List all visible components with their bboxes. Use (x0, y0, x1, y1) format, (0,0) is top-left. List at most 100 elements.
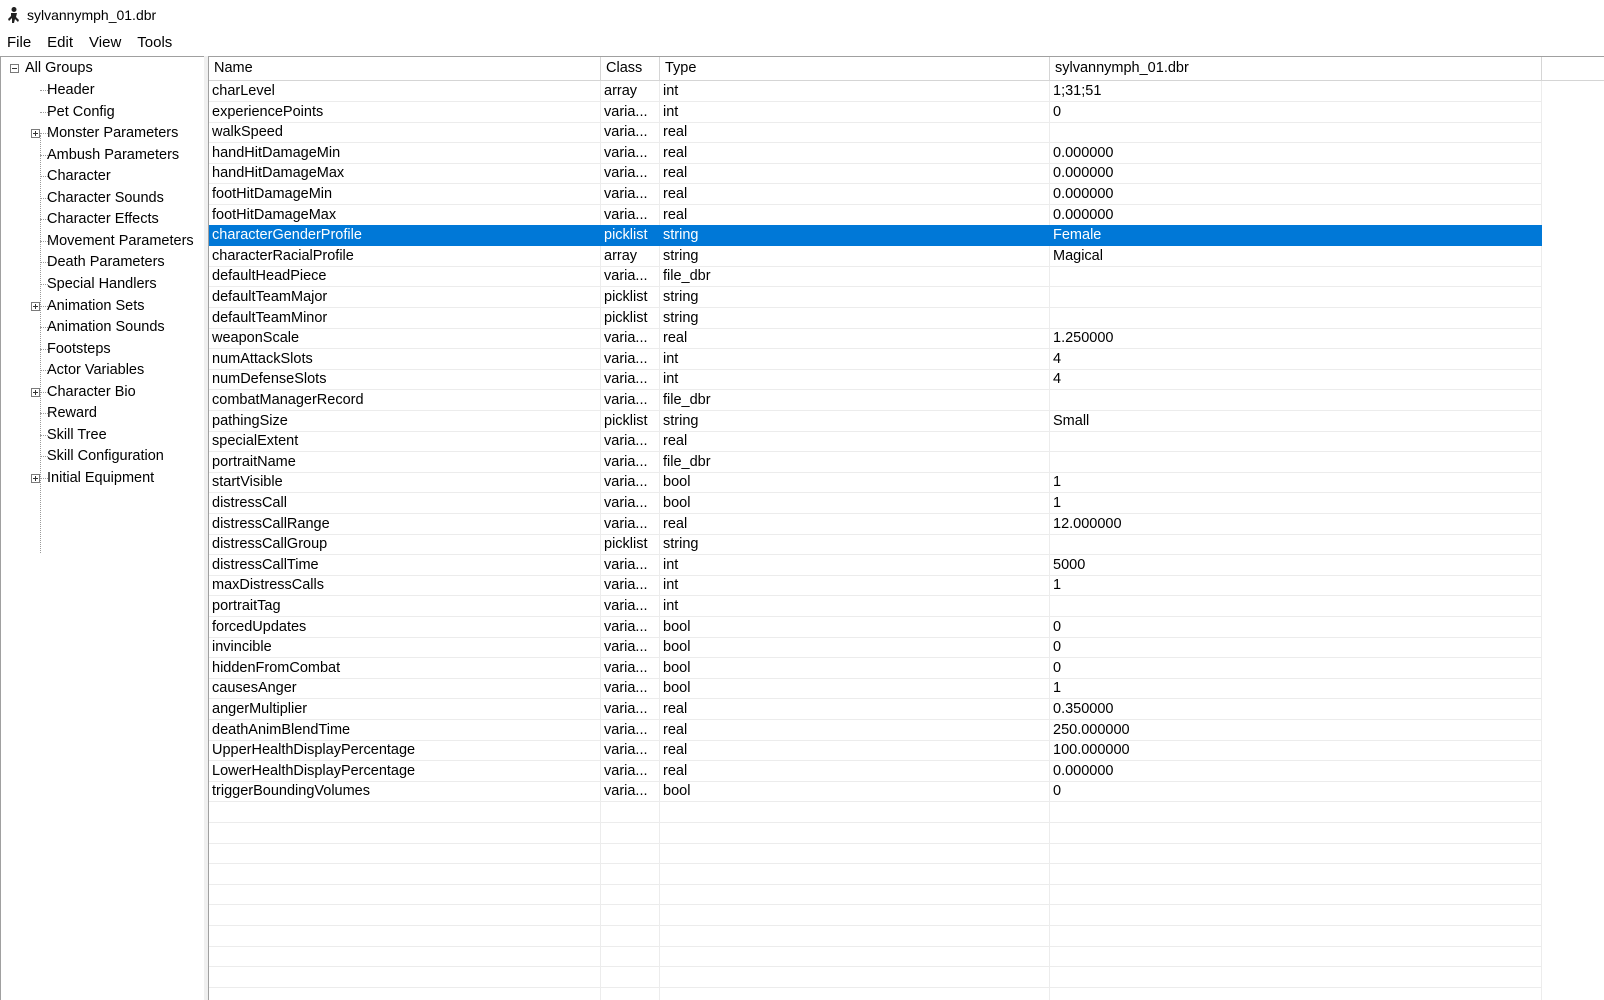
value-cell[interactable] (1050, 266, 1542, 286)
tree-item-character-sounds[interactable]: Character Sounds (47, 187, 164, 209)
tree-item-pet-config[interactable]: Pet Config (47, 101, 115, 123)
value-cell[interactable]: 0.000000 (1050, 143, 1542, 163)
table-row[interactable]: footHitDamageMin varia... real 0.000000 (209, 184, 1542, 205)
column-header-type[interactable]: Type (660, 57, 1050, 80)
table-row[interactable]: angerMultiplier varia... real 0.350000 (209, 699, 1542, 720)
value-cell[interactable]: 1 (1050, 493, 1542, 513)
value-cell[interactable]: 1.250000 (1050, 328, 1542, 348)
value-cell[interactable]: 250.000000 (1050, 720, 1542, 740)
table-row[interactable]: defaultTeamMinor picklist string (209, 308, 1542, 329)
value-cell[interactable]: 0 (1050, 617, 1542, 637)
table-row[interactable]: experiencePoints varia... int 0 (209, 102, 1542, 123)
table-row[interactable]: characterGenderProfile picklist string Fema… (209, 225, 1542, 246)
value-cell[interactable]: 1 (1050, 678, 1542, 698)
table-row[interactable]: distressCallTime varia... int 5000 (209, 555, 1542, 576)
value-cell[interactable]: Female (1050, 225, 1542, 245)
table-row[interactable]: footHitDamageMax varia... real 0.000000 (209, 205, 1542, 226)
value-cell[interactable]: 0.000000 (1050, 761, 1542, 781)
table-row[interactable]: causesAnger varia... bool 1 (209, 678, 1542, 699)
expand-icon[interactable] (31, 302, 40, 311)
value-cell[interactable]: 1;31;51 (1050, 81, 1542, 101)
value-cell[interactable]: 0 (1050, 637, 1542, 657)
value-cell[interactable] (1050, 431, 1542, 451)
value-cell[interactable]: 0 (1050, 658, 1542, 678)
tree-item-movement-parameters[interactable]: Movement Parameters (47, 230, 194, 252)
table-row[interactable]: UpperHealthDisplayPercentage varia... real… (209, 740, 1542, 761)
table-row[interactable]: LowerHealthDisplayPercentage varia... real… (209, 761, 1542, 782)
expand-icon[interactable] (31, 388, 40, 397)
table-row[interactable]: distressCall varia... bool 1 (209, 493, 1542, 514)
collapse-icon[interactable] (10, 64, 19, 73)
tree-item-initial-equipment[interactable]: Initial Equipment (47, 467, 154, 489)
value-cell[interactable]: 0.000000 (1050, 184, 1542, 204)
value-cell[interactable]: 0.350000 (1050, 699, 1542, 719)
table-row[interactable]: numAttackSlots varia... int 4 (209, 349, 1542, 370)
expand-icon[interactable] (31, 474, 40, 483)
tree-item-ambush-parameters[interactable]: Ambush Parameters (47, 144, 179, 166)
table-row[interactable]: characterRacialProfile array string Magical (209, 246, 1542, 267)
tree-item-character[interactable]: Character (47, 165, 111, 187)
tree-item-monster-parameters[interactable]: Monster Parameters (47, 122, 178, 144)
value-cell[interactable]: Small (1050, 411, 1542, 431)
tree-item-header[interactable]: Header (47, 79, 95, 101)
tree-item-character-bio[interactable]: Character Bio (47, 381, 136, 403)
table-row[interactable]: portraitTag varia... int (209, 596, 1542, 617)
value-cell[interactable]: 0 (1050, 781, 1542, 801)
tree-item-all-groups[interactable]: All Groups (25, 57, 93, 79)
table-row[interactable]: combatManagerRecord varia... file_dbr (209, 390, 1542, 411)
value-cell[interactable] (1050, 534, 1542, 554)
table-row[interactable]: triggerBoundingVolumes varia... bool 0 (209, 781, 1542, 802)
table-row[interactable]: pathingSize picklist string Small (209, 411, 1542, 432)
table-row[interactable]: hiddenFromCombat varia... bool 0 (209, 658, 1542, 679)
value-cell[interactable]: Magical (1050, 246, 1542, 266)
column-header-class[interactable]: Class (601, 57, 660, 80)
column-header-name[interactable]: Name (209, 57, 601, 80)
menu-edit[interactable]: Edit (39, 34, 81, 51)
table-row[interactable]: portraitName varia... file_dbr (209, 452, 1542, 473)
menu-tools[interactable]: Tools (129, 34, 180, 51)
tree-item-skill-tree[interactable]: Skill Tree (47, 424, 107, 446)
value-cell[interactable]: 0.000000 (1050, 205, 1542, 225)
table-row[interactable]: charLevel array int 1;31;51 (209, 81, 1542, 102)
column-header-file[interactable]: sylvannymph_01.dbr (1050, 57, 1542, 80)
table-row[interactable]: deathAnimBlendTime varia... real 250.000000 (209, 720, 1542, 741)
table-row[interactable]: weaponScale varia... real 1.250000 (209, 328, 1542, 349)
value-cell[interactable] (1050, 287, 1542, 307)
table-row[interactable]: invincible varia... bool 0 (209, 637, 1542, 658)
tree-item-death-parameters[interactable]: Death Parameters (47, 251, 165, 273)
tree-item-special-handlers[interactable]: Special Handlers (47, 273, 157, 295)
table-row[interactable]: defaultHeadPiece varia... file_dbr (209, 266, 1542, 287)
expand-icon[interactable] (31, 129, 40, 138)
tree-item-skill-configuration[interactable]: Skill Configuration (47, 445, 164, 467)
menu-file[interactable]: File (0, 34, 39, 51)
value-cell[interactable]: 100.000000 (1050, 740, 1542, 760)
table-row[interactable]: distressCallGroup picklist string (209, 534, 1542, 555)
tree-item-character-effects[interactable]: Character Effects (47, 208, 159, 230)
value-cell[interactable]: 12.000000 (1050, 514, 1542, 534)
value-cell[interactable] (1050, 122, 1542, 142)
value-cell[interactable]: 1 (1050, 472, 1542, 492)
value-cell[interactable]: 1 (1050, 575, 1542, 595)
value-cell[interactable]: 4 (1050, 369, 1542, 389)
table-row[interactable]: walkSpeed varia... real (209, 122, 1542, 143)
value-cell[interactable]: 5000 (1050, 555, 1542, 575)
tree-item-animation-sounds[interactable]: Animation Sounds (47, 316, 165, 338)
value-cell[interactable] (1050, 452, 1542, 472)
value-cell[interactable] (1050, 308, 1542, 328)
value-cell[interactable]: 0.000000 (1050, 163, 1542, 183)
table-row[interactable]: forcedUpdates varia... bool 0 (209, 617, 1542, 638)
tree-item-reward[interactable]: Reward (47, 402, 97, 424)
value-cell[interactable] (1050, 596, 1542, 616)
value-cell[interactable]: 4 (1050, 349, 1542, 369)
tree-item-actor-variables[interactable]: Actor Variables (47, 359, 144, 381)
value-cell[interactable]: 0 (1050, 102, 1542, 122)
table-row[interactable]: defaultTeamMajor picklist string (209, 287, 1542, 308)
menu-view[interactable]: View (81, 34, 129, 51)
table-row[interactable]: maxDistressCalls varia... int 1 (209, 575, 1542, 596)
table-row[interactable]: distressCallRange varia... real 12.000000 (209, 514, 1542, 535)
table-row[interactable]: startVisible varia... bool 1 (209, 472, 1542, 493)
tree-item-footsteps[interactable]: Footsteps (47, 338, 111, 360)
property-grid[interactable]: Name Class Type sylvannymph_01.dbr charL… (208, 56, 1604, 1000)
tree-item-animation-sets[interactable]: Animation Sets (47, 295, 145, 317)
table-row[interactable]: handHitDamageMax varia... real 0.000000 (209, 163, 1542, 184)
